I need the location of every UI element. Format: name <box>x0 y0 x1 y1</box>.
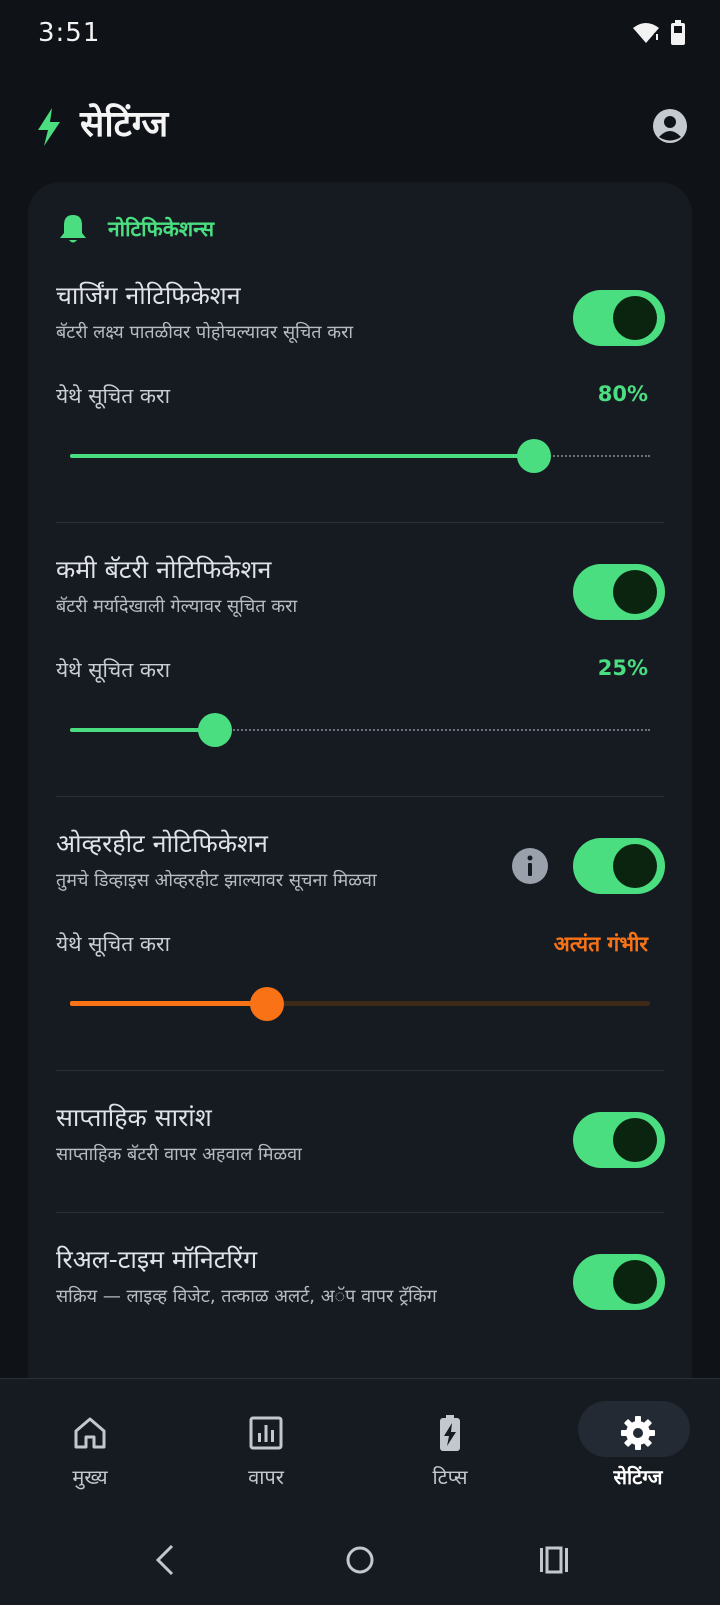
low-battery-notification-toggle[interactable] <box>573 564 665 620</box>
toggle-knob <box>613 1260 657 1304</box>
system-navigation <box>0 1530 720 1590</box>
overheat-notification-title: ओव्हरहीट नोटिफिकेशन <box>56 829 268 858</box>
section-title: नोटिफिकेशन्स <box>108 217 215 241</box>
overheat-level-slider[interactable] <box>70 984 650 1024</box>
low-battery-notification-title: कमी बॅटरी नोटिफिकेशन <box>56 555 272 584</box>
gear-icon <box>621 1416 655 1450</box>
low-battery-notification-subtitle: बॅटरी मर्यादेखाली गेल्यावर सूचित करा <box>56 596 298 617</box>
nav-label-settings: सेटिंग्ज <box>613 1465 663 1489</box>
home-circle-icon[interactable] <box>344 1544 376 1576</box>
overheat-notification-subtitle: तुमचे डिव्हाइस ओव्हरहीट झाल्यावर सूचना म… <box>56 870 377 891</box>
bolt-icon <box>38 108 60 146</box>
nav-item-usage[interactable]: वापर <box>176 1379 356 1489</box>
overheat-notify-value: अत्यंत गंभीर <box>553 932 648 956</box>
section-header: नोटिफिकेशन्स <box>58 212 214 246</box>
charging-notification-title: चार्जिंग नोटिफिकेशन <box>56 281 241 310</box>
nav-item-settings[interactable]: सेटिंग्ज <box>548 1379 720 1489</box>
low-battery-notify-value: 25% <box>597 656 648 680</box>
divider <box>56 796 664 797</box>
overheat-notify-label: येथे सूचित करा <box>56 932 171 956</box>
low-battery-notify-label: येथे सूचित करा <box>56 658 171 682</box>
app-header: सेटिंग्ज <box>0 90 720 160</box>
toggle-knob <box>613 296 657 340</box>
nav-item-tips[interactable]: टिप्स <box>360 1379 540 1489</box>
charging-notify-value: 80% <box>597 382 648 406</box>
slider-fill <box>70 1001 267 1006</box>
recents-icon[interactable] <box>538 1544 570 1576</box>
divider <box>56 1070 664 1071</box>
realtime-monitoring-toggle[interactable] <box>573 1254 665 1310</box>
charging-level-slider[interactable] <box>70 436 650 476</box>
info-icon[interactable] <box>512 848 548 884</box>
realtime-monitoring-title: रिअल-टाइम मॉनिटरिंग <box>56 1245 258 1274</box>
nav-label-home: मुख्य <box>72 1465 108 1489</box>
toggle-knob <box>613 844 657 888</box>
wifi-icon <box>633 23 659 43</box>
status-bar: 3:51 <box>0 0 720 72</box>
charging-notification-toggle[interactable] <box>573 290 665 346</box>
slider-fill <box>70 454 534 458</box>
nav-label-tips: टिप्स <box>432 1465 468 1489</box>
slider-fill <box>70 728 215 732</box>
realtime-monitoring-subtitle: सक्रिय — लाइव्ह विजेट, तत्काळ अलर्ट, अॅप… <box>56 1286 437 1307</box>
weekly-summary-subtitle: साप्ताहिक बॅटरी वापर अहवाल मिळवा <box>56 1144 302 1165</box>
low-battery-level-slider[interactable] <box>70 710 650 750</box>
slider-thumb[interactable] <box>198 713 232 747</box>
divider <box>56 1212 664 1213</box>
slider-thumb[interactable] <box>517 439 551 473</box>
charging-notification-subtitle: बॅटरी लक्ष्य पातळीवर पोहोचल्यावर सूचित क… <box>56 322 354 343</box>
chart-icon <box>249 1416 283 1450</box>
nav-label-usage: वापर <box>248 1465 284 1489</box>
status-time: 3:51 <box>38 18 101 48</box>
toggle-knob <box>613 1118 657 1162</box>
nav-item-home[interactable]: मुख्य <box>0 1379 180 1489</box>
weekly-summary-title: साप्ताहिक सारांश <box>56 1103 212 1132</box>
status-icons <box>632 20 686 46</box>
charging-notify-label: येथे सूचित करा <box>56 384 171 408</box>
profile-avatar-icon[interactable] <box>652 108 688 144</box>
weekly-summary-toggle[interactable] <box>573 1112 665 1168</box>
page-title: सेटिंग्ज <box>80 104 169 145</box>
bell-icon <box>60 215 86 243</box>
battery-icon <box>671 20 685 45</box>
toggle-knob <box>613 570 657 614</box>
overheat-notification-toggle[interactable] <box>573 838 665 894</box>
notifications-card: नोटिफिकेशन्स चार्जिंग नोटिफिकेशन बॅटरी ल… <box>28 182 692 1422</box>
battery-bolt-icon <box>440 1415 460 1451</box>
divider <box>56 522 664 523</box>
slider-thumb[interactable] <box>250 987 284 1021</box>
home-icon <box>74 1417 106 1449</box>
back-icon[interactable] <box>150 1542 180 1578</box>
